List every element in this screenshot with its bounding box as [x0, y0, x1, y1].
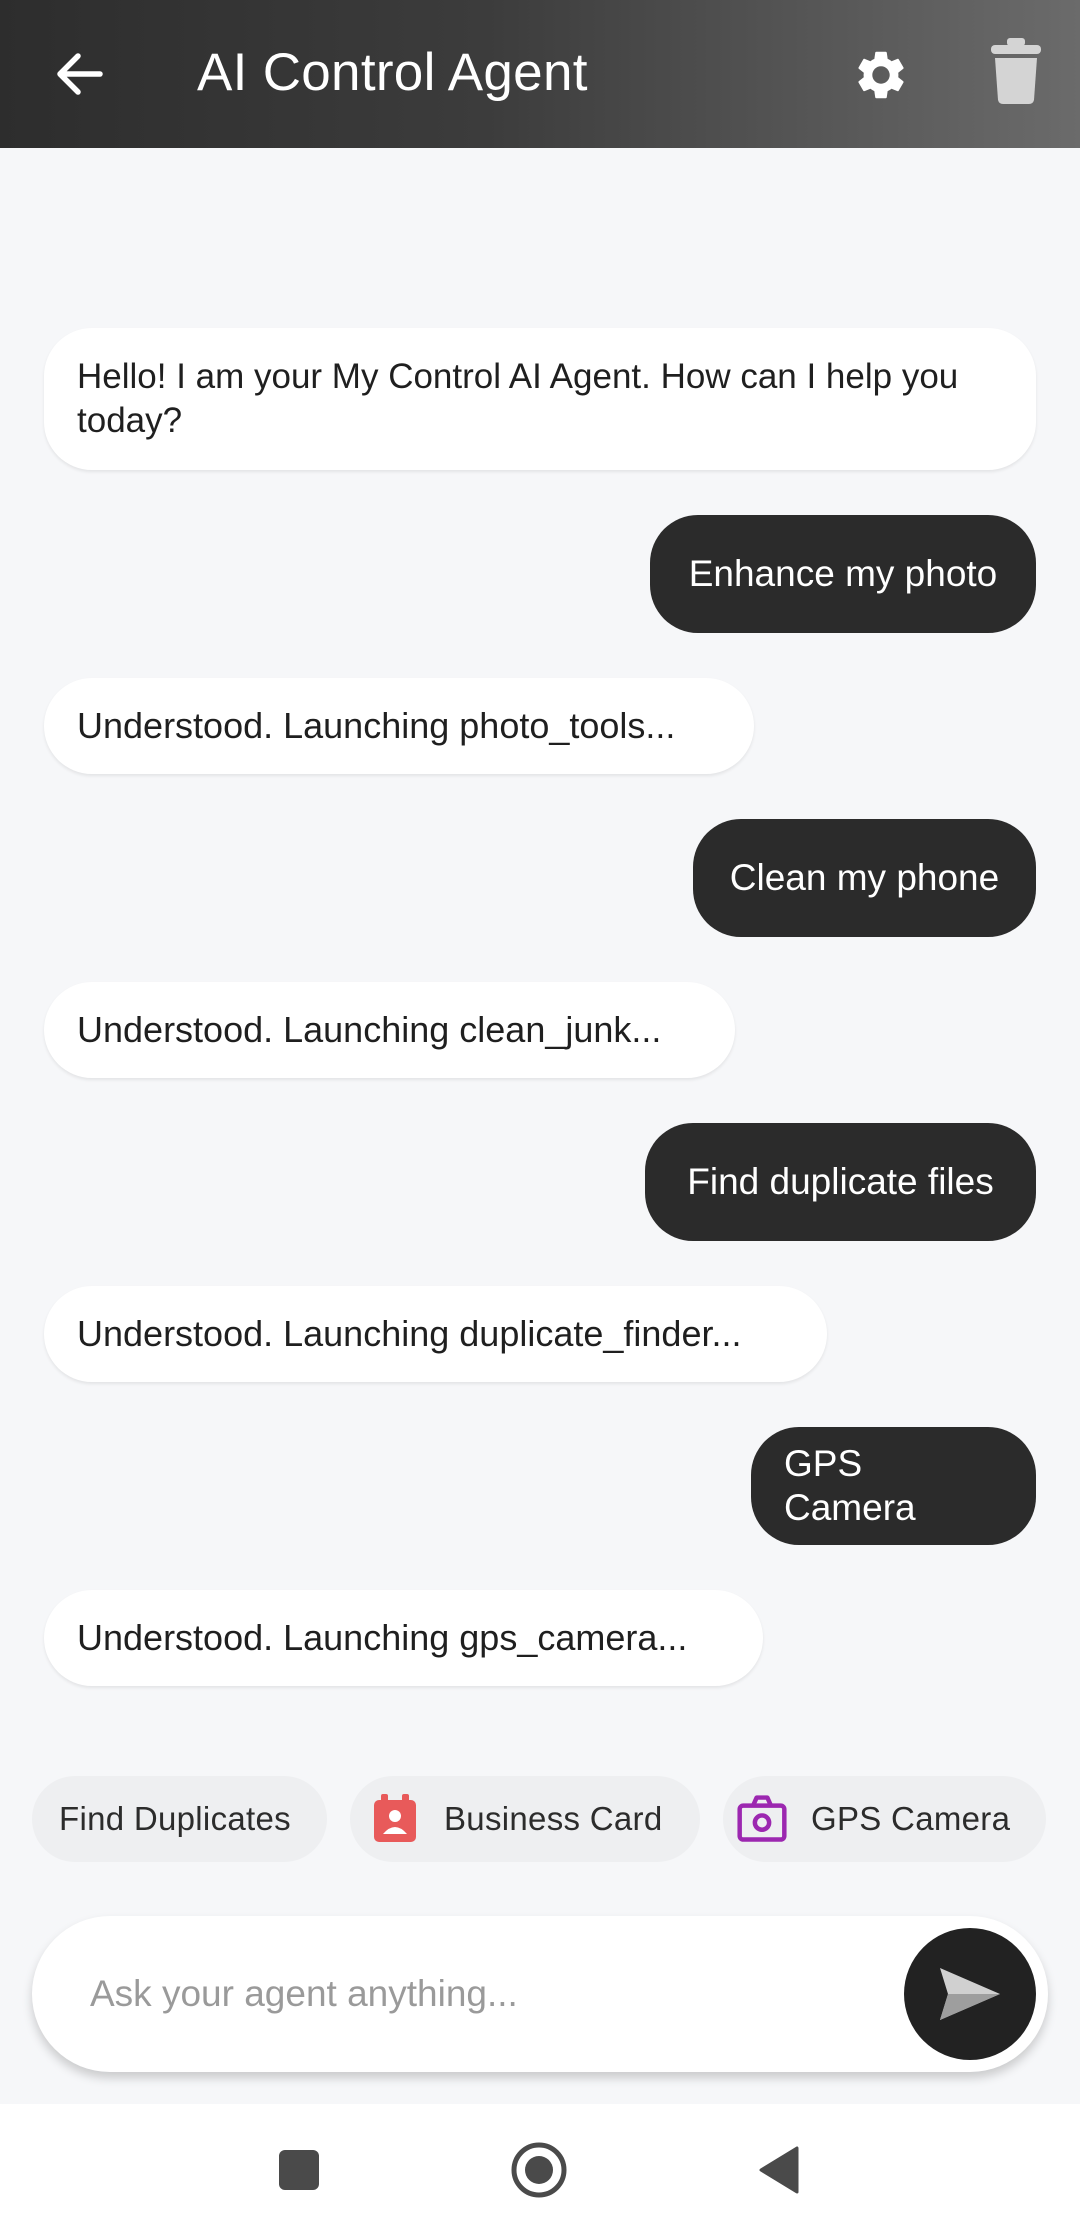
agent-message: Understood. Launching clean_junk... — [44, 982, 735, 1078]
chip-label: Business Card — [444, 1800, 663, 1837]
trash-icon — [991, 38, 1041, 104]
message-text: Enhance my photo — [688, 553, 998, 594]
recents-button[interactable] — [259, 2130, 339, 2210]
arrow-left-icon — [57, 53, 103, 95]
send-icon — [940, 1968, 1000, 2020]
agent-message: Understood. Launching photo_tools... — [44, 678, 754, 774]
message-text: Understood. Launching duplicate_finder..… — [77, 1313, 742, 1354]
back-button[interactable] — [40, 34, 120, 114]
triangle-back-icon — [759, 2146, 799, 2194]
user-message: Enhance my photo — [650, 515, 1036, 633]
agent-message: Hello! I am your My Control AI Agent. Ho… — [44, 328, 1036, 470]
user-message: Find duplicate files — [645, 1123, 1036, 1241]
user-message: Clean my phone — [693, 819, 1036, 937]
circle-icon — [511, 2142, 567, 2198]
send-button[interactable] — [904, 1928, 1036, 2060]
gear-icon — [858, 51, 904, 99]
message-text: Understood. Launching gps_camera... — [77, 1617, 688, 1658]
clear-chat-button[interactable] — [975, 30, 1057, 112]
square-icon — [279, 2150, 319, 2190]
user-message: GPS Camera — [751, 1427, 1036, 1545]
system-back-button[interactable] — [739, 2130, 819, 2210]
quick-action-business-card[interactable]: Business Card — [350, 1776, 700, 1862]
message-composer — [32, 1916, 1048, 2072]
system-nav-bar — [0, 2104, 1080, 2235]
business-card-icon — [370, 1794, 420, 1844]
message-text: Hello! I am your My Control AI Agent. Ho… — [77, 357, 959, 440]
camera-icon — [737, 1794, 787, 1844]
quick-action-gps-camera[interactable]: GPS Camera — [723, 1776, 1046, 1862]
agent-message: Understood. Launching duplicate_finder..… — [44, 1286, 827, 1382]
agent-message: Understood. Launching gps_camera... — [44, 1590, 763, 1686]
message-input[interactable] — [88, 1962, 868, 2026]
message-text: Understood. Launching clean_junk... — [77, 1009, 662, 1050]
quick-action-find-duplicates[interactable]: Find Duplicates — [32, 1776, 327, 1862]
home-button[interactable] — [499, 2130, 579, 2210]
page-title: AI Control Agent — [197, 43, 588, 102]
message-text: GPS Camera — [784, 1443, 916, 1528]
chip-label: Find Duplicates — [59, 1800, 291, 1837]
chip-label: GPS Camera — [811, 1800, 1011, 1837]
message-text: Understood. Launching photo_tools... — [77, 705, 676, 746]
app-bar: AI Control Agent — [0, 0, 1080, 148]
settings-button[interactable] — [840, 34, 922, 116]
message-text: Clean my phone — [729, 857, 1000, 898]
message-text: Find duplicate files — [687, 1161, 994, 1202]
